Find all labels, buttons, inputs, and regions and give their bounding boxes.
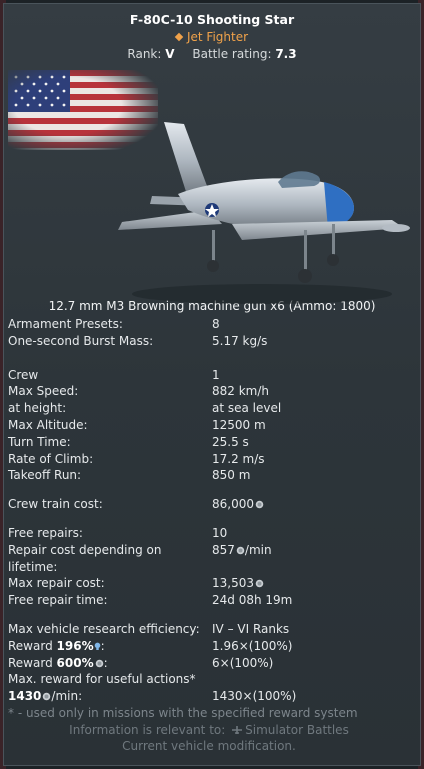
stat-research-efficiency: Max vehicle research efficiency: IV – VI… [8,621,412,638]
stat-value: 850 m [212,468,251,483]
stat-value: 24d 08h 19m [212,593,293,608]
stat-at-height: at height: at sea level [8,400,412,417]
repair-label-line2: lifetime: [8,559,58,574]
stat-free-repairs: Free repairs: 10 [8,525,412,542]
silver-lions-icon [95,659,103,667]
stat-label: Crew [8,367,39,382]
silver-lions-icon [43,692,51,701]
stat-label: Free repairs: [8,525,83,540]
stat-crew: Crew 1 [8,367,412,384]
tooltip-header: F-80C-10 Shooting Star Jet Fighter Rank:… [4,4,420,62]
stat-max-speed: Max Speed: 882 km/h [8,383,412,400]
stat-label: Reward 196%: [8,638,105,653]
reward-prefix: Reward [8,638,53,653]
stat-value: 1 [212,367,220,382]
stat-label: 1430/min: [8,688,212,705]
footnote: * - used only in missions with the speci… [8,705,358,720]
stat-label: at height: [8,401,67,416]
rank-line: Rank: V Battle rating: 7.3 [4,46,420,62]
stat-label: Turn Time: [8,434,71,449]
br-label: Battle rating: [192,47,272,61]
vehicle-type: Jet Fighter [4,29,420,45]
stat-label: Repair cost depending on lifetime: [8,542,212,576]
stat-value: 857/min [212,542,272,576]
research-bulb-icon [94,642,100,650]
stat-label: Max. reward for useful actions* [8,672,196,687]
vehicle-preview [4,64,420,304]
max-repair-amount: 13,503 [212,576,254,591]
stat-crew-train-cost: Crew train cost: 86,000 [8,496,412,513]
stat-value: at sea level [212,401,282,416]
info-prefix: Information is relevant to: [69,723,226,737]
silver-lions-icon [255,580,264,588]
stats-list: Armament Presets: 8 One-second Burst Mas… [8,316,412,721]
simulator-mode-icon [232,726,243,734]
stat-value: 8 [212,317,220,331]
info-modification: Current vehicle modification. [122,739,296,753]
stat-reward-sl: Reward 600%: 6×(100%) [8,655,412,672]
stat-max-reward-label: Max. reward for useful actions* [8,671,412,688]
stat-turn-time: Turn Time: 25.5 s [8,434,412,451]
aircraft-illustration [118,122,410,304]
stat-takeoff-run: Takeoff Run: 850 m [8,467,412,484]
info-mode: Simulator Battles [245,723,349,737]
stat-label: Free repair time: [8,593,108,608]
rank-label: Rank: [127,47,162,61]
silver-lions-icon [236,546,245,555]
br-value: 7.3 [275,47,297,61]
stat-value-crew-train: 86,000 [212,496,264,513]
stat-value: 1430×(100%) [212,689,297,704]
reward-sl-percent: 600% [56,655,94,670]
stat-label: Crew train cost: [8,497,103,512]
stat-value: 10 [212,525,228,540]
repair-unit: /min [244,542,272,557]
stat-label: Max repair cost: [8,576,105,591]
stat-rate-of-climb: Rate of Climb: 17.2 m/s [8,451,412,468]
stat-value: 13,503 [212,575,264,592]
stat-value: 6×(100%) [212,655,274,670]
stat-value: 5.17 kg/s [212,333,268,348]
stat-label: Max Altitude: [8,417,88,432]
stat-value: 25.5 s [212,434,249,449]
stat-repair-cost: Repair cost depending on lifetime: 857/mi… [8,542,412,576]
stat-label: Max Speed: [8,384,79,399]
stat-max-altitude: Max Altitude: 12500 m [8,417,412,434]
stat-value: 17.2 m/s [212,451,265,466]
stat-label: Reward 600%: [8,655,108,670]
stat-label: Max vehicle research efficiency: [8,621,200,636]
repair-label-line1: Repair cost depending on [8,542,162,557]
stat-max-repair-cost: Max repair cost: 13,503 [8,575,412,592]
stat-value: 1.96×(100%) [212,638,293,653]
stat-max-reward: 1430/min: 1430×(100%) [8,688,412,705]
type-diamond-icon [174,32,184,42]
stat-burst-mass: One-second Burst Mass: 5.17 kg/s [8,333,412,350]
vehicle-type-label: Jet Fighter [186,30,249,44]
stat-free-repair-time: Free repair time: 24d 08h 19m [8,592,412,609]
stat-label: One-second Burst Mass: [8,333,154,348]
max-reward-unit: /min: [51,689,83,704]
silver-lions-icon [255,500,264,509]
stat-reward-rp: Reward 196%: 1.96×(100%) [8,638,412,655]
stat-label: Armament Presets: [8,317,123,331]
stat-value: 12500 m [212,417,266,432]
stat-value: IV – VI Ranks [212,621,290,636]
vehicle-title: F-80C-10 Shooting Star [129,12,295,27]
stat-label: Takeoff Run: [8,468,82,483]
reward-rp-percent: 196% [56,638,94,653]
crew-train-amount: 86,000 [212,497,254,512]
stat-armament-presets: Armament Presets: 8 [8,316,412,333]
repair-amount: 857 [212,542,235,557]
max-reward-amount: 1430 [8,689,42,704]
stat-label: Rate of Climb: [8,451,94,466]
reward-prefix: Reward [8,655,53,670]
stat-value: 882 km/h [212,384,270,399]
info-relevance: Information is relevant to: Simulator Ba… [0,722,418,738]
rank-value: V [165,47,175,61]
